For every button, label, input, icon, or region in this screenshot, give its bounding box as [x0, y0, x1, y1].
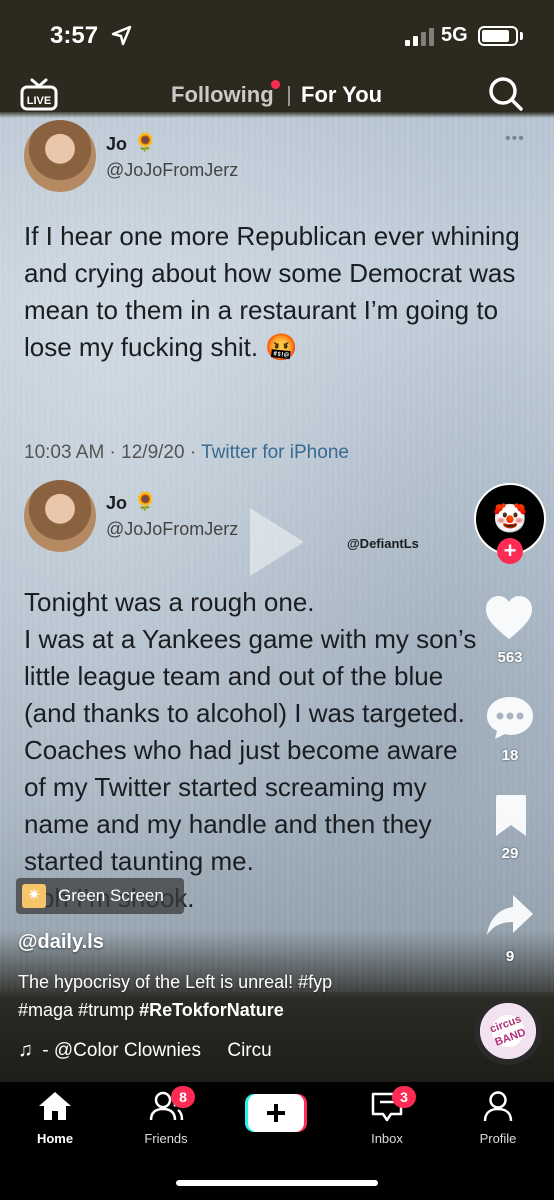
video-watermark: @DefiantLs [347, 536, 419, 551]
hashtag[interactable]: #ReTokforNature [139, 1000, 284, 1020]
hashtag[interactable]: #maga [18, 1000, 73, 1020]
tweet2-line: started taunting me. [24, 846, 254, 876]
tab-for-you[interactable]: For You [301, 82, 382, 108]
live-icon[interactable]: LIVE [20, 76, 58, 112]
location-arrow-icon [111, 25, 132, 46]
home-icon [39, 1092, 71, 1120]
nav-profile-label: Profile [479, 1131, 517, 1146]
tab-following[interactable]: Following [171, 82, 274, 108]
tweet2-line: I was at a Yankees game with my son’s [24, 624, 477, 654]
tweet2-line: name and my handle and then they [24, 809, 432, 839]
tweet2-line: Tonight was a rough one. [24, 587, 315, 617]
tweet1-source: Twitter for iPhone [201, 442, 349, 463]
post-author[interactable]: @daily.ls [18, 931, 104, 954]
tweet1-time: 10:03 AM · 12/9/20 · [24, 442, 202, 463]
profile-icon [483, 1091, 513, 1122]
sound-disc[interactable]: circus BAND [474, 997, 542, 1065]
nav-home[interactable]: Home [15, 1090, 95, 1146]
effect-label: Green Screen [58, 886, 164, 905]
tweet2-text: Tonight was a rough one. I was at a Yank… [24, 584, 494, 917]
nav-inbox-label: Inbox [371, 1131, 403, 1146]
status-bar: 3:57 5G [0, 0, 554, 70]
network-type: 5G [441, 24, 468, 46]
inbox-badge: 3 [392, 1086, 416, 1108]
music-note-icon: ♫ [18, 1039, 33, 1061]
search-icon[interactable] [488, 76, 524, 112]
following-notification-dot [271, 80, 280, 89]
tweet2-avatar [24, 480, 96, 552]
tweet2-handle: @JoJoFromJerz [106, 519, 239, 539]
sound-marquee[interactable]: ♫ - @Color Clownies Circu [18, 1039, 298, 1062]
tweet2-line: little league team and out of the blue [24, 661, 444, 691]
tweet-more-icon: ••• [505, 130, 525, 147]
tweet1-handle: @JoJoFromJerz [106, 160, 239, 180]
tweet1-emoji: 🌻 [134, 132, 157, 152]
tweet1-avatar [24, 120, 96, 192]
video-player[interactable]: Jo 🌻 @JoJoFromJerz ••• If I hear one mor… [0, 0, 554, 1082]
share-count: 9 [505, 948, 515, 965]
friends-badge: 8 [171, 1086, 195, 1108]
tweet1-text: If I hear one more Republican ever whini… [24, 221, 520, 362]
tweet1-name: Jo [106, 134, 128, 154]
status-time: 3:57 [50, 22, 99, 49]
post-hashtags: #maga #trump #ReTokforNature [18, 1000, 284, 1021]
share-icon[interactable] [485, 893, 535, 937]
like-count: 563 [497, 649, 523, 666]
play-icon[interactable] [246, 504, 308, 580]
live-label: LIVE [27, 95, 51, 107]
comment-icon[interactable] [485, 695, 535, 741]
tweet2-line: of my Twitter started screaming my [24, 772, 427, 802]
battery-fill [482, 30, 509, 42]
tab-divider [288, 86, 290, 106]
sound-name-next: Circu [227, 1040, 272, 1061]
nav-friends-label: Friends [144, 1131, 188, 1146]
tweet2-emoji: 🌻 [134, 491, 157, 511]
comment-count: 18 [501, 747, 519, 764]
battery-icon [478, 26, 518, 46]
post-caption: The hypocrisy of the Left is unreal! #fy… [18, 972, 333, 992]
save-count: 29 [501, 845, 519, 862]
hashtag[interactable]: #trump [78, 1000, 134, 1020]
sound-name: - @Color Clownies [42, 1040, 201, 1061]
battery-tip [520, 32, 523, 40]
signal-icon [405, 28, 434, 46]
nav-profile[interactable]: Profile [458, 1090, 538, 1146]
nav-home-label: Home [36, 1131, 74, 1146]
green-screen-icon: ✷ [22, 884, 46, 908]
effect-badge[interactable]: ✷ Green Screen [16, 878, 184, 914]
create-button[interactable] [245, 1094, 307, 1132]
follow-button[interactable]: + [497, 538, 523, 564]
tweet2-line: (and thanks to alcohol) I was targeted. [24, 698, 465, 728]
top-nav: LIVE Following For You [0, 70, 554, 118]
like-icon[interactable] [484, 595, 534, 641]
tweet1-meta: 10:03 AM · 12/9/20 · Twitter for iPhone [24, 442, 349, 464]
tweet2-line: Coaches who had just become aware [24, 735, 458, 765]
tweet2-name: Jo [106, 493, 128, 513]
bookmark-icon[interactable] [493, 794, 529, 838]
home-indicator [176, 1180, 378, 1186]
